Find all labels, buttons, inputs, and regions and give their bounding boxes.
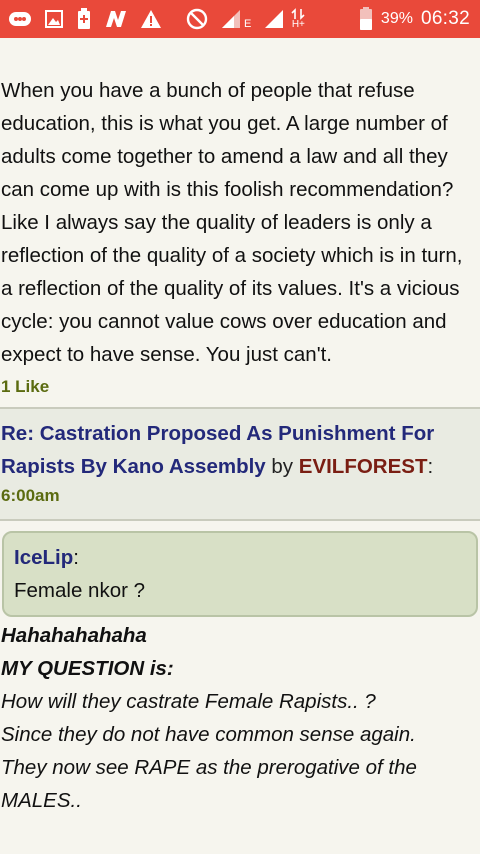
warning-icon bbox=[140, 9, 162, 29]
reply-line: Since they do not have common sense agai… bbox=[1, 723, 416, 746]
quote-text: Female nkor ? bbox=[14, 579, 146, 602]
clock: 06:32 bbox=[420, 8, 470, 29]
by-label: by bbox=[271, 455, 294, 478]
n-icon bbox=[104, 9, 128, 29]
status-bar: E H+ 39% 06:32 bbox=[0, 0, 480, 38]
signal-icon-2 bbox=[263, 8, 285, 30]
post-divider bbox=[0, 519, 480, 521]
previous-post-body: When you have a bunch of people that ref… bbox=[1, 79, 463, 366]
bbm-icon bbox=[8, 10, 32, 28]
battery-percent: 39% bbox=[380, 10, 413, 27]
quote-author-link[interactable]: IceLip bbox=[14, 546, 73, 569]
reply-line: MY QUESTION is: bbox=[1, 657, 174, 680]
reply-line: How will they castrate Female Rapists.. … bbox=[1, 690, 376, 713]
network-type-label: H+ bbox=[291, 19, 305, 30]
post-time: 6:00am bbox=[1, 486, 60, 505]
data-arrows-icon: H+ bbox=[291, 8, 305, 30]
signal-icon bbox=[220, 8, 242, 30]
network-e-label: E bbox=[244, 18, 252, 30]
image-icon bbox=[44, 9, 64, 29]
forum-thread: When you have a bunch of people that ref… bbox=[0, 38, 480, 817]
likes-count[interactable]: 1 Like bbox=[0, 371, 480, 407]
block-icon bbox=[186, 8, 208, 30]
quote-block: IceLip: Female nkor ? bbox=[2, 531, 478, 617]
author-suffix: : bbox=[427, 455, 434, 478]
battery-saver-icon bbox=[76, 8, 92, 30]
quote-author-suffix: : bbox=[73, 546, 79, 569]
post-author-link[interactable]: EVILFOREST bbox=[299, 455, 428, 478]
post-header: Re: Castration Proposed As Punishment Fo… bbox=[0, 409, 480, 519]
reply-line: They now see RAPE as the prerogative of … bbox=[1, 756, 417, 812]
battery-icon bbox=[359, 7, 373, 31]
post-body: Hahahahahaha MY QUESTION is: How will th… bbox=[0, 617, 480, 817]
reply-line: Hahahahahaha bbox=[1, 624, 147, 647]
